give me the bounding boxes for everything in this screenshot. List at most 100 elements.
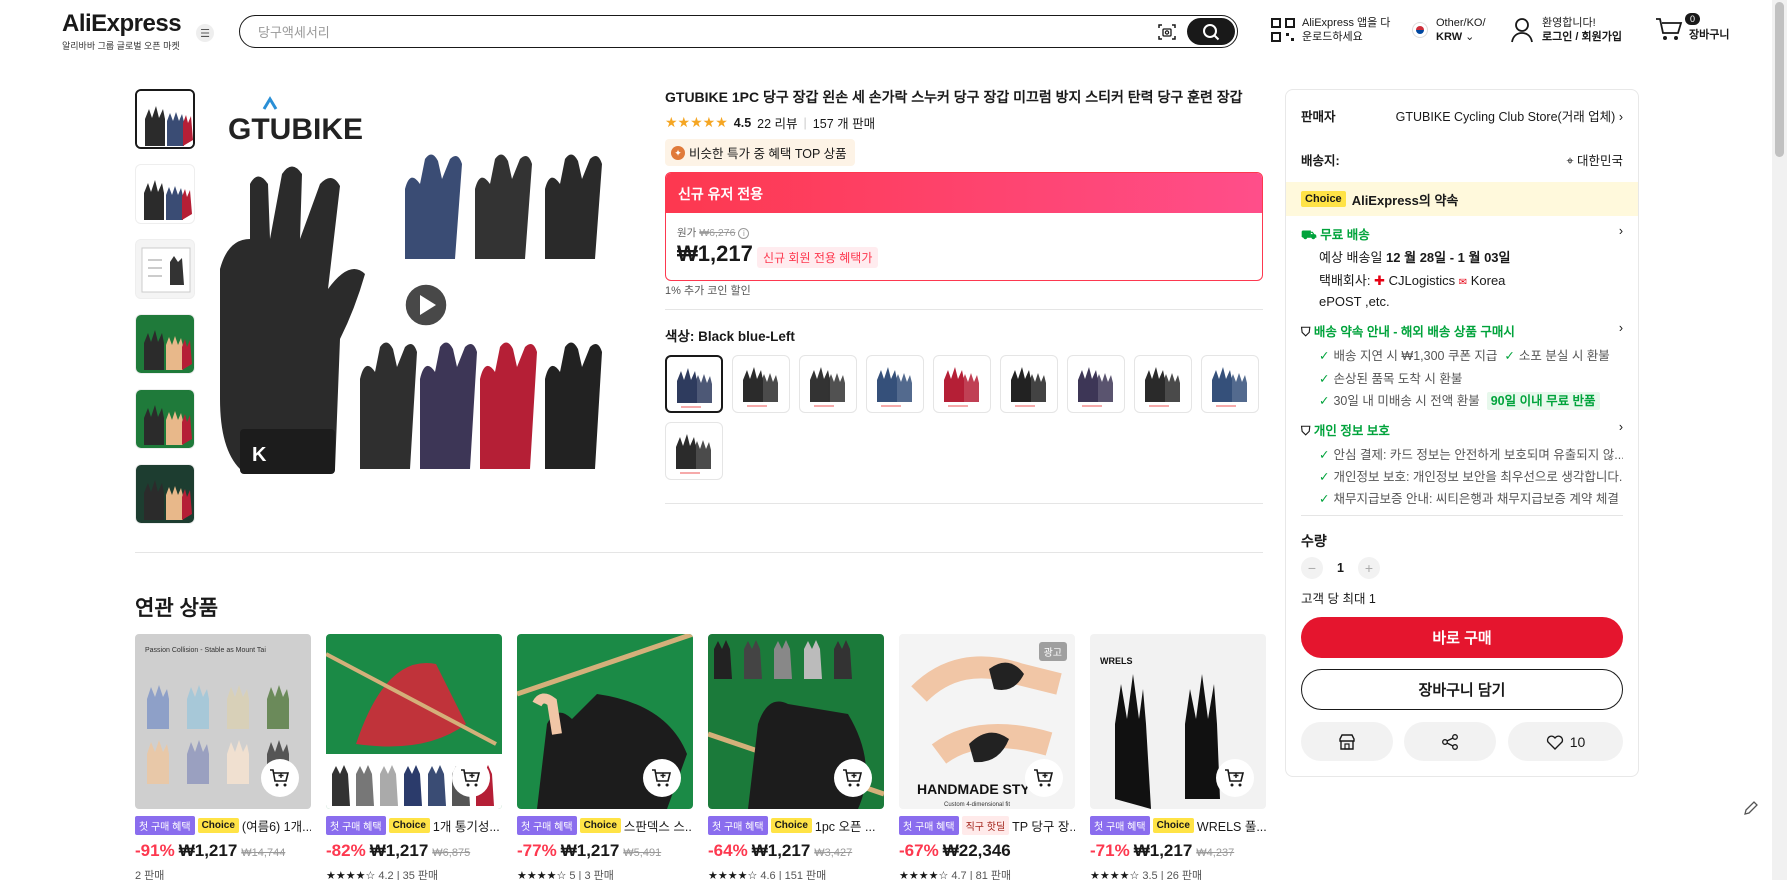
chevron-right-icon: › — [1618, 420, 1623, 434]
buy-now-button[interactable]: 바로 구매 — [1301, 617, 1623, 658]
cart-label: 장바구니 — [1689, 29, 1730, 41]
card-title[interactable]: 스판덱스 스... — [624, 816, 693, 835]
store-button[interactable] — [1301, 722, 1393, 761]
wishlist-button[interactable]: 10 — [1508, 722, 1623, 761]
card-stars: ★★★★☆ — [1090, 870, 1140, 880]
privacy-row[interactable]: ⛉ 개인 정보 보호 › — [1301, 420, 1623, 439]
color-swatch-1[interactable] — [665, 355, 723, 413]
card-sold: ★★★★☆ 4.2 | 35 판매 — [326, 867, 502, 880]
card-tag: Choice — [579, 818, 621, 833]
sold-count: 157 개 판매 — [812, 117, 876, 131]
color-swatch-3[interactable] — [799, 355, 857, 413]
product-card-image[interactable]: HANDMADE STY Custom 4-dimensional fit 광고 — [899, 634, 1075, 809]
product-card-image[interactable]: WRELS — [1090, 634, 1266, 809]
increase-button[interactable]: + — [1357, 557, 1380, 579]
color-swatch-4[interactable] — [866, 355, 924, 413]
scrollbar-track[interactable] — [1772, 0, 1787, 880]
add-to-cart-icon[interactable] — [261, 759, 299, 797]
color-swatch-7[interactable] — [1067, 355, 1125, 413]
main-product-image[interactable]: GTUBIKE K — [210, 89, 642, 521]
user-icon — [1511, 18, 1533, 43]
aliexpress-logo[interactable]: AliExpress 알리바바 그룹 글로벌 오픈 마켓 — [62, 10, 182, 52]
region-selector[interactable]: Other/KO/KRW ⌄ — [1412, 16, 1486, 44]
decrease-button[interactable]: − — [1301, 557, 1323, 579]
card-title[interactable]: TP 당구 장... — [1012, 816, 1075, 835]
search-input[interactable] — [258, 22, 1138, 42]
color-swatch-8[interactable] — [1134, 355, 1192, 413]
color-swatch-5[interactable] — [933, 355, 991, 413]
menu-icon[interactable]: ☰ — [196, 24, 214, 42]
card-title[interactable]: (여름6) 1개... — [242, 816, 311, 835]
thumbnail-5[interactable] — [135, 389, 195, 449]
add-to-cart-icon[interactable] — [452, 759, 490, 797]
add-to-cart-icon[interactable] — [1216, 759, 1254, 797]
card-sold-text: 5 | 3 판매 — [569, 870, 614, 880]
card-price-row: -67% ₩22,346 — [899, 841, 1075, 861]
product-card[interactable]: 첫 구매 혜택 Choice 스판덱스 스... -77% ₩1,217 ₩5,491 ★★… — [517, 634, 693, 880]
card-sold-text: 3.5 | 26 판매 — [1142, 870, 1203, 880]
color-swatches — [665, 355, 1265, 480]
cart-link[interactable]: 0 장바구니 — [1655, 13, 1730, 42]
color-swatch-6[interactable] — [1000, 355, 1058, 413]
epost-logo-icon: ✉ — [1458, 277, 1468, 288]
review-count[interactable]: 22 리뷰 — [757, 113, 797, 132]
delivery-promise-row[interactable]: ⛉ 배송 약속 안내 - 해외 배송 상품 구매시 › — [1301, 321, 1623, 340]
brand-logo-text: GTUBIKE — [228, 113, 363, 146]
image-search-icon[interactable] — [1157, 22, 1177, 42]
product-card-image[interactable] — [708, 634, 884, 809]
color-swatch-9[interactable] — [1201, 355, 1259, 413]
account-menu[interactable]: 환영합니다! 로그인 / 회원가입 — [1510, 16, 1622, 44]
promise1: 배송 지연 시 ₩1,300 쿠폰 지급 — [1333, 349, 1498, 363]
color-swatch-2[interactable] — [732, 355, 790, 413]
product-card-image[interactable]: Passion Collision - Stable as Mount Tai — [135, 634, 311, 809]
info-icon[interactable]: i — [738, 228, 750, 239]
search-button[interactable] — [1187, 18, 1235, 45]
free-shipping-row[interactable]: ⛟ 무료 배송 › — [1301, 224, 1623, 244]
thumbnail-2[interactable] — [135, 164, 195, 224]
product-card[interactable]: HANDMADE STY Custom 4-dimensional fit 광고첫 … — [899, 634, 1075, 880]
thumbnail-6[interactable] — [135, 464, 195, 524]
product-card[interactable]: Passion Collision - Stable as Mount Tai 첫… — [135, 634, 311, 880]
product-card[interactable]: 첫 구매 혜택 Choice 1개 통기성... -82% ₩1,217 ₩6,875 ★★… — [326, 634, 502, 880]
share-button[interactable] — [1404, 722, 1496, 761]
card-original-price: ₩14,744 — [241, 847, 286, 859]
first-purchase-badge: 첫 구매 혜택 — [899, 816, 959, 835]
card-title[interactable]: WRELS 풀... — [1197, 816, 1266, 835]
add-to-cart-icon[interactable] — [643, 759, 681, 797]
thumbnail-4[interactable] — [135, 314, 195, 374]
app-line2: 운로드하세요 — [1302, 31, 1363, 43]
edit-icon[interactable] — [1739, 796, 1763, 820]
top-deal-badge: ✦ 비슷한 특가 중 혜택 TOP 상품 — [665, 139, 855, 166]
first-purchase-badge: 첫 구매 혜택 — [708, 816, 768, 835]
thumbnail-1[interactable] — [135, 89, 195, 149]
related-products-list: Passion Collision - Stable as Mount Tai 첫… — [135, 634, 1266, 880]
shield-icon: ⛉ — [1301, 424, 1311, 438]
product-card[interactable]: WRELS 첫 구매 혜택 Choice WRELS 풀... -71% ₩1,217 ₩4… — [1090, 634, 1266, 880]
scrollbar-thumb[interactable] — [1775, 2, 1784, 157]
product-card-image[interactable] — [326, 634, 502, 809]
add-to-cart-icon[interactable] — [834, 759, 872, 797]
seller-row[interactable]: 판매자 GTUBIKE Cycling Club Store(거래 업체) › — [1301, 106, 1623, 125]
app-download[interactable]: AliExpress 앱을 다 운로드하세요 — [1270, 16, 1390, 44]
color-swatch-10[interactable] — [665, 422, 723, 480]
add-to-cart-icon[interactable] — [1025, 759, 1063, 797]
first-purchase-badge: 첫 구매 혜택 — [517, 816, 577, 835]
card-title[interactable]: 1개 통기성... — [433, 816, 500, 835]
thumbnail-3[interactable] — [135, 239, 195, 299]
return-badge: 90일 이내 무료 반품 — [1486, 392, 1600, 410]
quantity-value[interactable]: 1 — [1337, 561, 1344, 575]
truck-icon: ⛟ — [1301, 228, 1317, 242]
privacy-line2: ✓ 개인정보 보호: 개인정보 보안을 최우선으로 생각합니다. — [1319, 466, 1623, 485]
chevron-down-icon: ⌄ — [1465, 31, 1475, 43]
product-card[interactable]: 첫 구매 혜택 Choice 1pc 오픈 ... -64% ₩1,217 ₩3,427 ★… — [708, 634, 884, 880]
card-discount: -64% — [708, 841, 748, 860]
divider — [665, 309, 1263, 310]
currency: KRW — [1436, 31, 1463, 43]
seller-label: 판매자 — [1301, 110, 1336, 124]
rating-row[interactable]: ★★★★★ 4.5 22 리뷰 | 157 개 판매 — [665, 113, 875, 132]
add-to-cart-button[interactable]: 장바구니 담기 — [1301, 669, 1623, 710]
card-price-row: -64% ₩1,217 ₩3,427 — [708, 841, 884, 861]
ship-to-row[interactable]: 배송지: ⌖ 대한민국 — [1301, 150, 1623, 169]
card-title[interactable]: 1pc 오픈 ... — [815, 816, 876, 835]
product-card-image[interactable] — [517, 634, 693, 809]
